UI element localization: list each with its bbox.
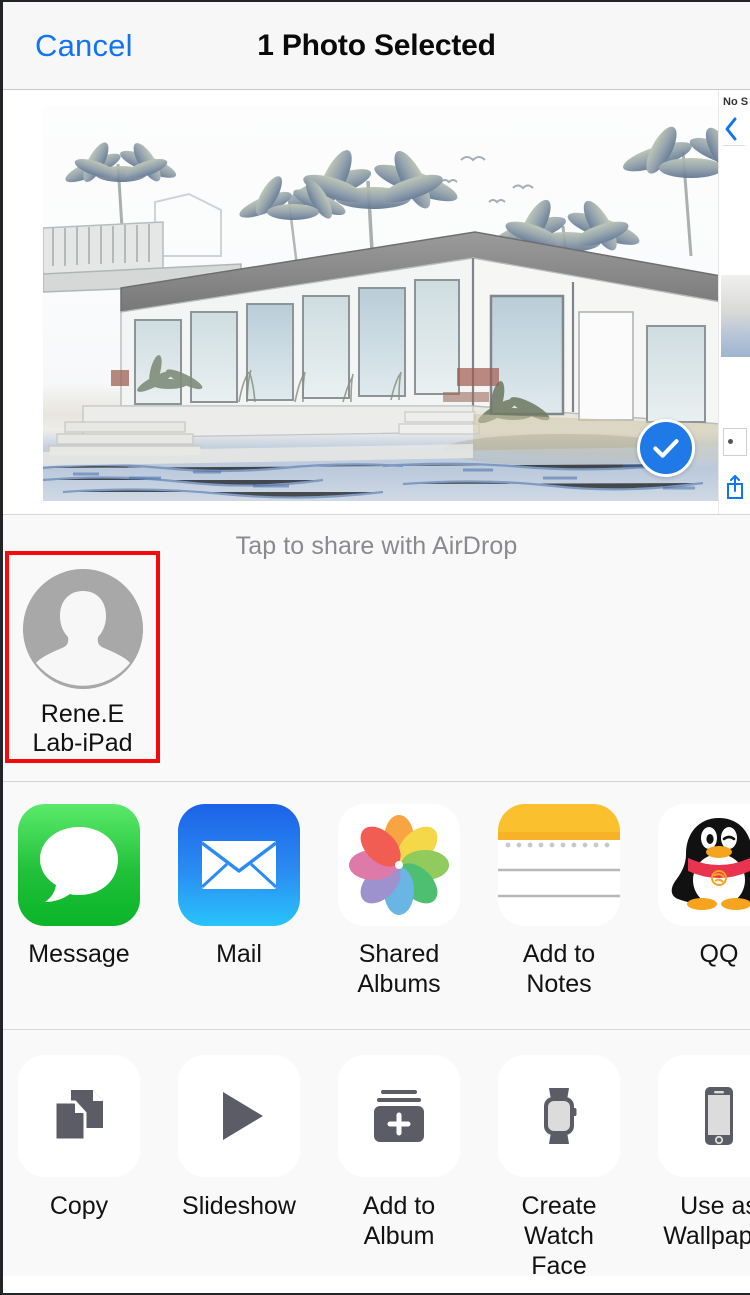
copy-icon xyxy=(18,1055,140,1177)
share-app-add-to-notes[interactable]: Add to Notes xyxy=(498,804,620,999)
add-to-album-icon xyxy=(338,1055,460,1177)
photo-image xyxy=(43,106,721,501)
share-app-mail[interactable]: Mail xyxy=(178,804,300,969)
sliver-thumbnail xyxy=(721,275,750,357)
photos-icon xyxy=(338,804,460,926)
chevron-left-icon xyxy=(725,117,737,141)
watch-icon xyxy=(498,1055,620,1177)
share-action-label: Add to Album xyxy=(362,1192,436,1250)
sliver-status-text: No S xyxy=(723,96,749,108)
selected-photo[interactable] xyxy=(43,106,721,501)
share-action-copy[interactable]: Copy xyxy=(18,1055,140,1221)
share-app-label: Shared Albums xyxy=(357,940,441,998)
qq-icon xyxy=(658,804,750,926)
share-action-create-watch-face[interactable]: Create Watch Face xyxy=(498,1055,620,1281)
share-app-shared-albums[interactable]: Shared Albums xyxy=(338,804,460,999)
share-action-add-to-album[interactable]: Add to Album xyxy=(338,1055,460,1251)
notes-icon xyxy=(498,804,620,926)
share-actions-row[interactable]: Copy Slideshow Add to Album Create Watch… xyxy=(3,1030,750,1280)
photo-selected-badge[interactable] xyxy=(637,419,695,477)
share-icon xyxy=(727,475,743,499)
airdrop-section: Tap to share with AirDrop Rene.E Lab-iPa… xyxy=(3,515,750,782)
share-app-label: QQ xyxy=(699,940,739,968)
share-app-qq[interactable]: QQ xyxy=(658,804,750,969)
share-apps-row[interactable]: Message Mail Shared Albums Add to Notes … xyxy=(3,782,750,1030)
share-action-label: Copy xyxy=(49,1192,109,1220)
sliver-icon-box xyxy=(723,428,747,456)
sliver-back-button[interactable] xyxy=(723,116,745,146)
avatar xyxy=(22,569,143,689)
share-app-label: Message xyxy=(28,940,130,968)
navigation-bar: Cancel 1 Photo Selected xyxy=(3,2,750,90)
play-icon xyxy=(178,1055,300,1177)
person-placeholder-icon xyxy=(22,569,143,689)
share-action-label: Slideshow xyxy=(182,1192,296,1220)
page-title: 1 Photo Selected xyxy=(257,28,496,62)
checkmark-icon xyxy=(653,439,679,458)
share-action-label: Use as Wallpaper xyxy=(663,1192,750,1250)
photo-preview-section: No S xyxy=(3,90,750,515)
share-sheet-screen: Cancel 1 Photo Selected No S Tap to shar… xyxy=(0,0,750,1295)
iphone-icon xyxy=(658,1055,750,1177)
sliver-dot-icon xyxy=(728,439,733,444)
mail-icon xyxy=(178,804,300,926)
share-app-message[interactable]: Message xyxy=(18,804,140,969)
share-app-label: Add to Notes xyxy=(522,940,596,998)
sliver-share-button[interactable] xyxy=(725,474,745,500)
airdrop-contact-label: Rene.E Lab-iPad xyxy=(32,700,133,757)
share-action-label: Create Watch Face xyxy=(521,1192,597,1280)
messages-icon xyxy=(18,804,140,926)
share-app-label: Mail xyxy=(216,940,262,968)
share-action-slideshow[interactable]: Slideshow xyxy=(178,1055,300,1221)
share-action-use-as-wallpaper[interactable]: Use as Wallpaper xyxy=(658,1055,750,1251)
adjacent-screen-sliver: No S xyxy=(718,90,750,514)
airdrop-contact-rene-e-lab-ipad[interactable]: Rene.E Lab-iPad xyxy=(5,551,160,763)
